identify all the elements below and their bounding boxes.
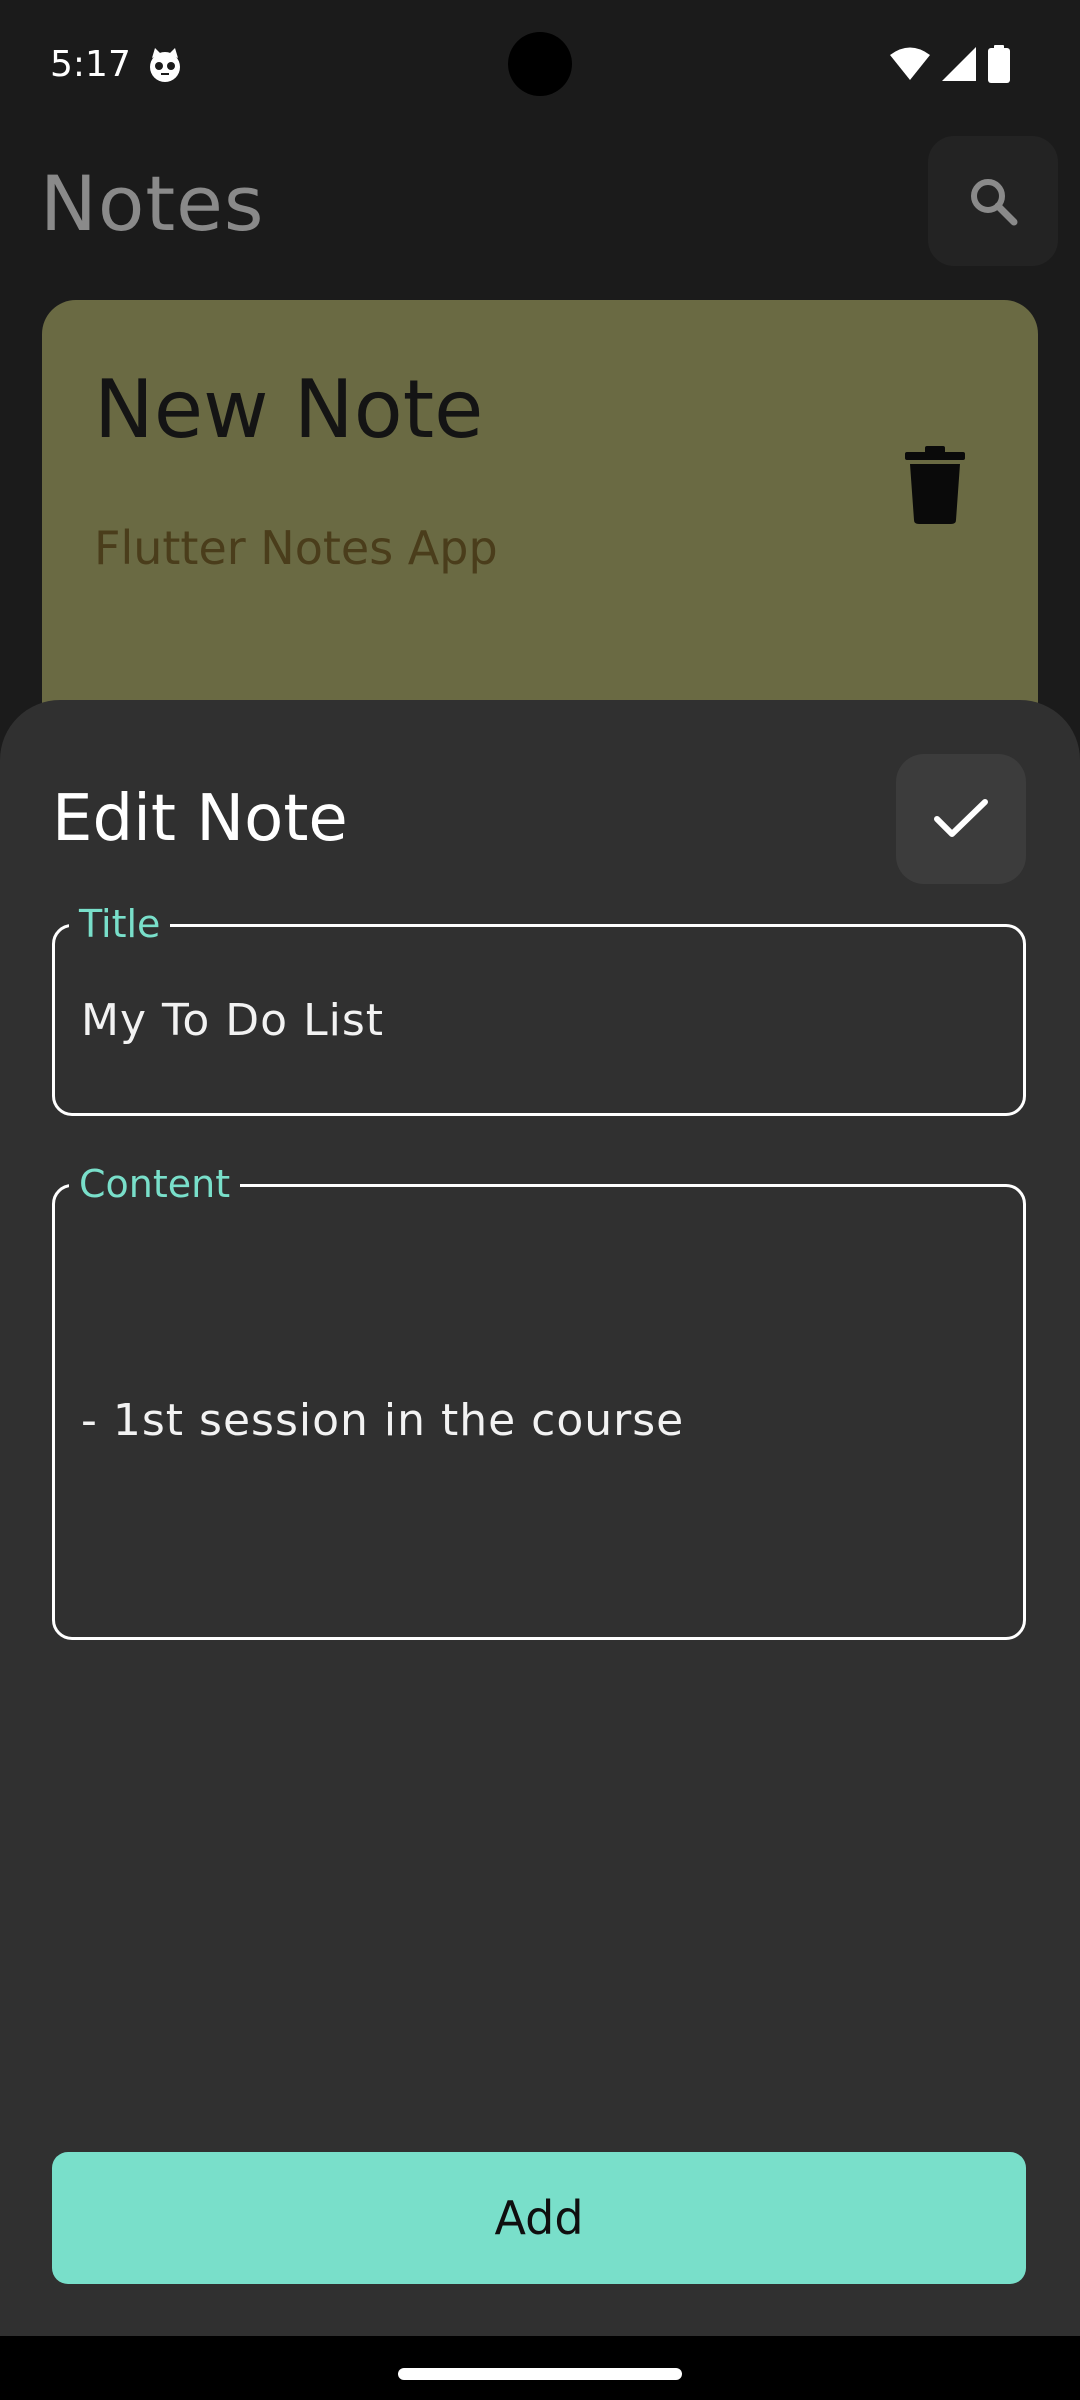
title-field[interactable]: Title My To Do List xyxy=(52,901,1026,1116)
battery-icon xyxy=(988,45,1010,83)
add-button[interactable]: Add xyxy=(52,2152,1026,2284)
note-card-subtitle: Flutter Notes App xyxy=(94,521,498,575)
content-field[interactable]: Content - 1st session in the course xyxy=(52,1161,1026,1640)
content-input[interactable]: - 1st session in the course xyxy=(81,1393,997,1449)
sheet-title: Edit Note xyxy=(52,782,348,856)
cat-face-icon xyxy=(146,46,184,84)
status-icons xyxy=(890,44,1010,84)
search-icon xyxy=(971,179,1018,226)
camera-cutout xyxy=(508,32,572,96)
trash-icon xyxy=(905,446,965,524)
page-title: Notes xyxy=(40,159,265,248)
cellular-signal-icon xyxy=(942,47,976,81)
note-card[interactable]: New Note Flutter Notes App xyxy=(42,300,1038,720)
home-indicator[interactable] xyxy=(398,2368,682,2380)
edit-note-sheet: Edit Note Title My To Do List Content - … xyxy=(0,700,1080,2336)
check-icon xyxy=(934,799,988,837)
app-header: Notes xyxy=(0,130,1080,300)
navigation-bar xyxy=(0,2336,1080,2400)
search-button[interactable] xyxy=(928,136,1058,266)
delete-button[interactable] xyxy=(896,438,974,532)
status-time: 5:17 xyxy=(50,44,131,85)
wifi-icon xyxy=(890,47,930,80)
title-field-label: Title xyxy=(69,901,171,947)
content-field-label: Content xyxy=(69,1161,241,1207)
note-card-title: New Note xyxy=(94,363,484,456)
status-bar: 5:17 xyxy=(0,0,1080,130)
title-input[interactable]: My To Do List xyxy=(81,993,997,1049)
save-button[interactable] xyxy=(896,754,1026,884)
